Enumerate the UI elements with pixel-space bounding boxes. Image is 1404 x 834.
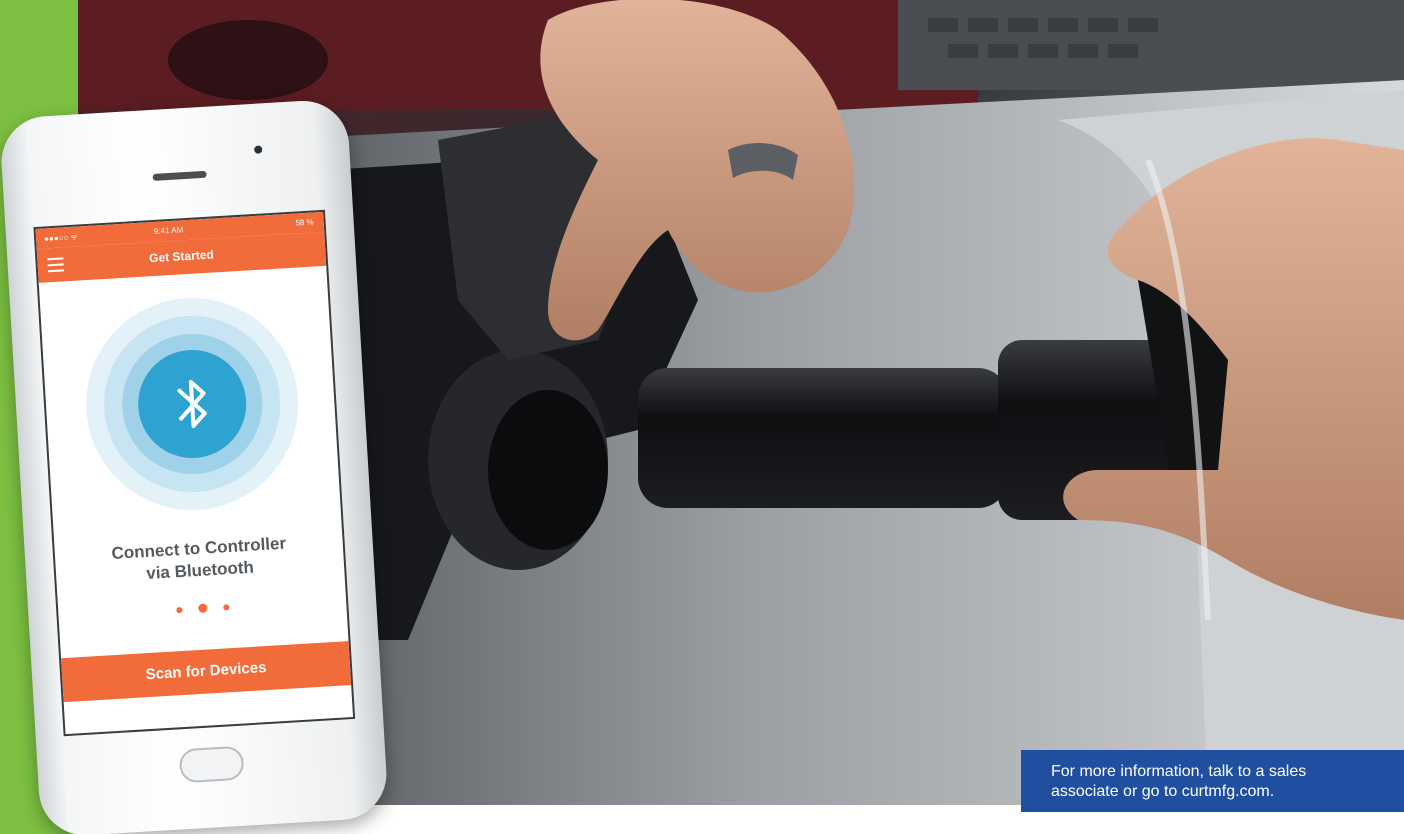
info-box: For more information, talk to a sales as… bbox=[1021, 750, 1404, 812]
info-line-1: For more information, talk to a sales bbox=[1051, 763, 1307, 780]
home-button[interactable] bbox=[178, 745, 245, 784]
info-line-2: associate or go to curtmfg.com. bbox=[1051, 783, 1275, 800]
signal-icon: ●●●○○ ᯤ bbox=[43, 232, 79, 244]
smartphone: ●●●○○ ᯤ 9:41 AM 58 % Get Started Connect… bbox=[0, 98, 390, 834]
status-battery: 58 % bbox=[295, 217, 314, 228]
status-time: 9:41 AM bbox=[153, 225, 184, 236]
header-title: Get Started bbox=[148, 247, 215, 266]
phone-screen: ●●●○○ ᯤ 9:41 AM 58 % Get Started Connect… bbox=[33, 209, 356, 737]
loading-dots bbox=[58, 591, 346, 622]
scan-for-devices-button[interactable]: Scan for Devices bbox=[61, 641, 352, 703]
bluetooth-icon bbox=[177, 380, 207, 428]
connect-message: Connect to Controller via Bluetooth bbox=[54, 529, 344, 590]
ad-stage: For more information, talk to a sales as… bbox=[0, 0, 1404, 834]
bluetooth-pulse-graphic bbox=[80, 291, 305, 517]
